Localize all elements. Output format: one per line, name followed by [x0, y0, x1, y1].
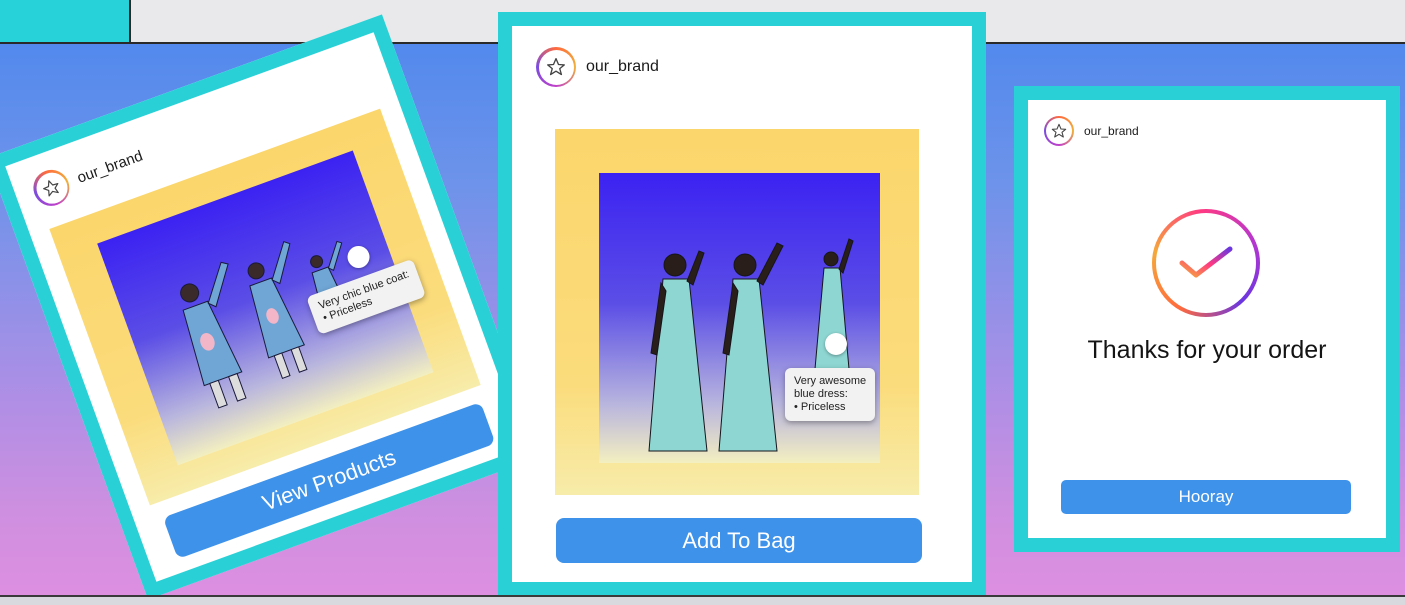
brand-header[interactable]: our_brand	[536, 47, 659, 87]
hooray-button[interactable]: Hooray	[1061, 480, 1351, 514]
star-icon	[43, 180, 59, 197]
brand-logo	[536, 47, 576, 87]
top-tab[interactable]	[0, 0, 131, 44]
brand-header[interactable]: our_brand	[1044, 116, 1139, 146]
product-card-add-to-bag: our_brand Very awesome blue dress: • Pri…	[498, 12, 986, 596]
tag-line: Very awesome	[794, 375, 867, 387]
star-icon	[547, 58, 565, 76]
brand-name: our_brand	[586, 58, 659, 75]
brand-logo	[28, 164, 75, 211]
product-tag-dot[interactable]	[825, 333, 847, 355]
brand-logo	[1044, 116, 1074, 146]
order-success-badge	[1152, 209, 1260, 317]
brand-name: our_brand	[1084, 124, 1139, 138]
product-card-view-products: our_brand Very chic blue coat: • Pricele…	[0, 14, 543, 600]
add-to-bag-button[interactable]: Add To Bag	[556, 518, 922, 563]
checkmark-icon	[1179, 246, 1233, 278]
bottom-bar	[0, 595, 1405, 605]
product-tag-label: Very awesome blue dress: • Priceless	[785, 368, 876, 421]
tag-line: blue dress:	[794, 388, 848, 400]
star-icon	[1051, 123, 1067, 138]
order-confirmation-message: Thanks for your order	[1087, 336, 1327, 364]
order-confirmation-card: our_brand Thanks for your order Hooray	[1014, 86, 1400, 552]
tag-line: • Priceless	[794, 401, 846, 413]
brand-name: our_brand	[74, 146, 145, 187]
